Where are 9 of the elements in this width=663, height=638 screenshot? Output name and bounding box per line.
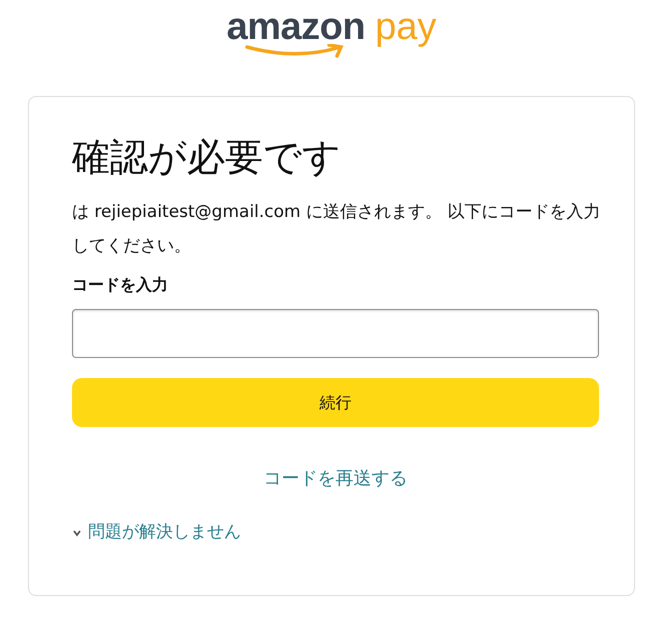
field-label: コードを入力 [72,274,169,296]
continue-button[interactable]: 続行 [72,378,599,427]
resend-link[interactable]: コードを再送する [264,465,408,492]
help-toggle[interactable]: 問題が解決しません [72,520,241,546]
code-input-field[interactable] [72,309,599,358]
logo-wordmark: amazon [226,8,366,46]
page-title: 確認が必要です [72,134,342,181]
message-text: は rejiepiaitest@gmail.com に送信されます。 以下にコードを入力してください。 [72,201,602,258]
logo-product: pay [375,8,436,46]
